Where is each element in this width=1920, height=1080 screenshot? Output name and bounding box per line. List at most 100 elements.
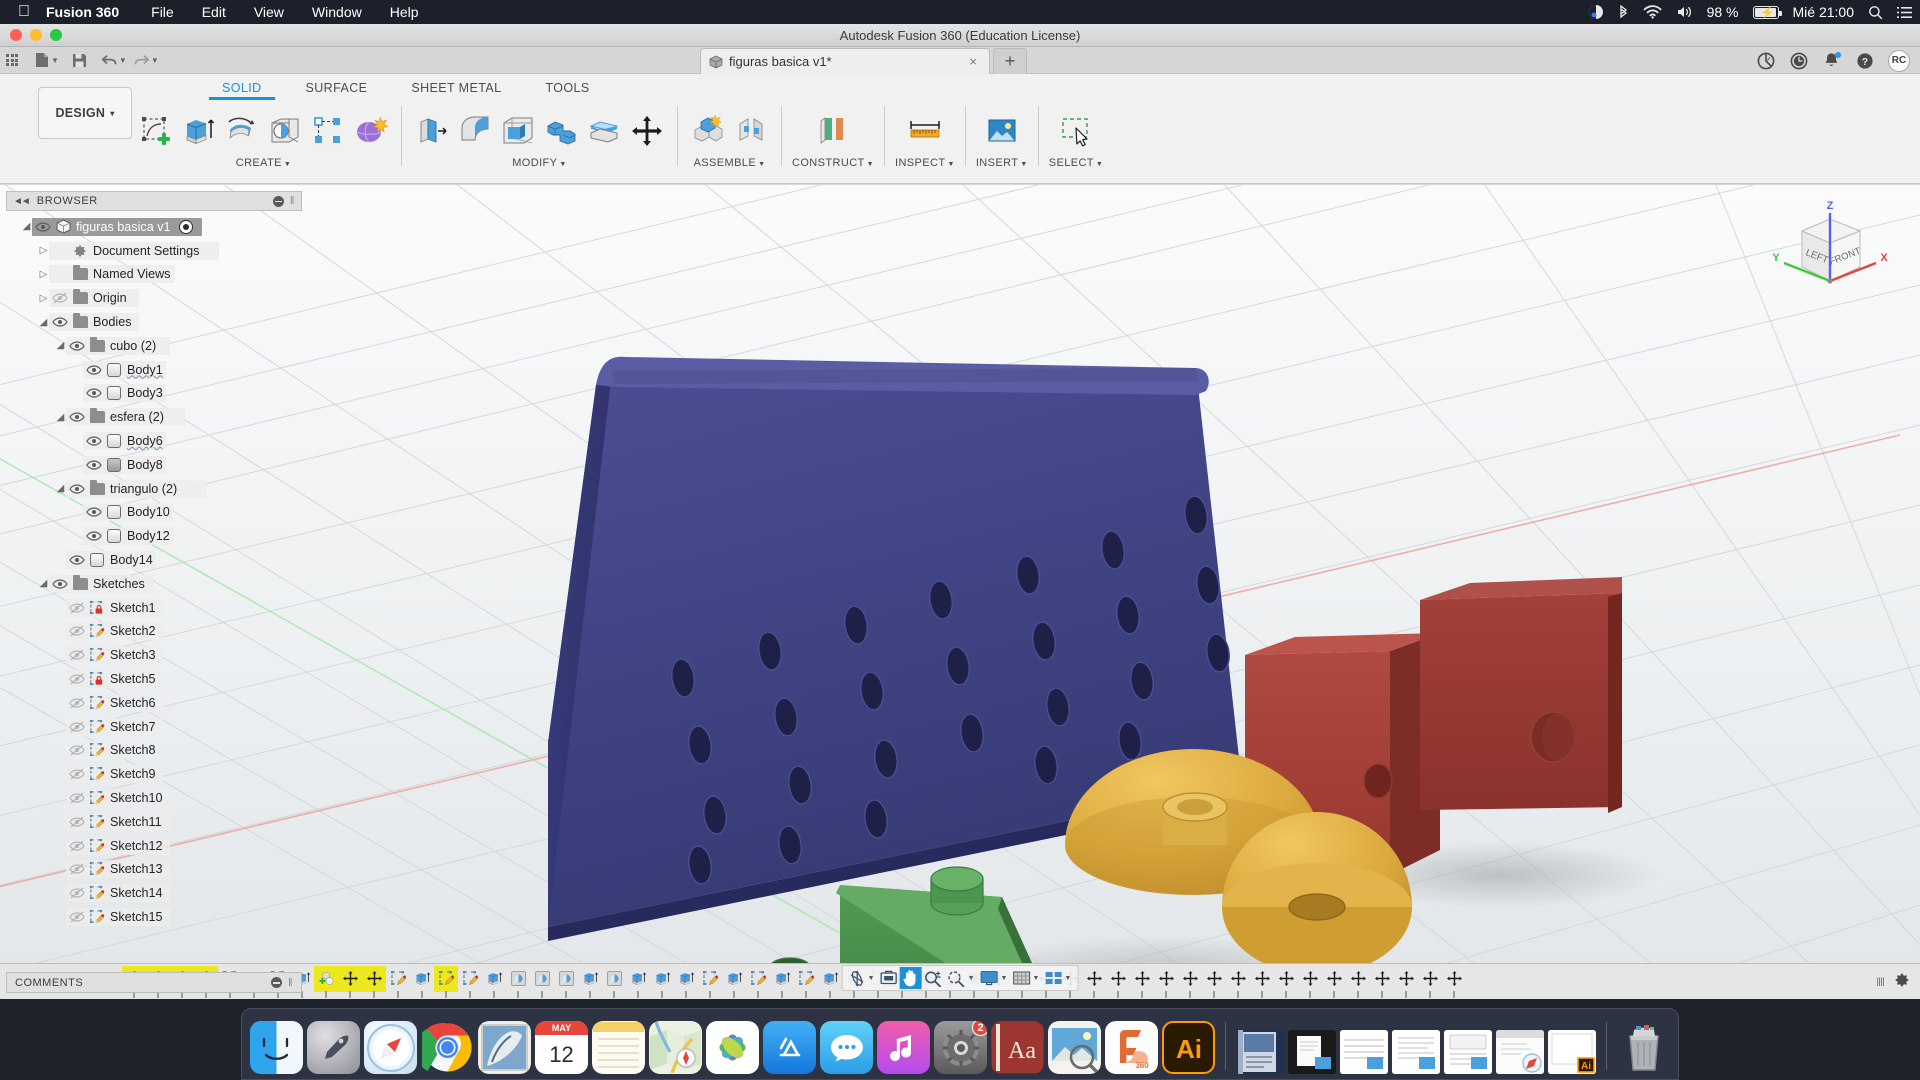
visibility-toggle-icon[interactable] — [67, 886, 87, 900]
timeline-feature[interactable] — [1418, 966, 1442, 992]
timeline-feature[interactable] — [1178, 966, 1202, 992]
timeline-feature[interactable] — [1106, 966, 1130, 992]
browser-minimize-icon[interactable] — [273, 196, 284, 207]
minimized-window-icon[interactable] — [1340, 1030, 1388, 1074]
timeline-feature[interactable] — [626, 966, 650, 992]
minimized-window-icon[interactable] — [1288, 1030, 1336, 1074]
orbit-icon[interactable] — [846, 967, 868, 989]
timeline-feature[interactable] — [1202, 966, 1226, 992]
browser-tree-item[interactable]: Body14 — [6, 548, 302, 572]
browser-tree-item[interactable]: Sketch8 — [6, 739, 302, 763]
finder-icon[interactable] — [250, 1021, 303, 1074]
launchpad-icon[interactable] — [307, 1021, 360, 1074]
expand-collapse-icon[interactable] — [54, 483, 67, 494]
extrude-icon[interactable] — [179, 109, 219, 153]
tab-surface[interactable]: SURFACE — [284, 77, 390, 100]
visibility-toggle-icon[interactable] — [67, 791, 87, 805]
visibility-toggle-icon[interactable] — [67, 696, 87, 710]
visibility-toggle-icon[interactable] — [84, 363, 104, 377]
orbit-dropdown-caret[interactable]: ▼ — [868, 975, 875, 982]
tab-sheet-metal[interactable]: SHEET METAL — [389, 77, 523, 100]
timeline-feature[interactable] — [1394, 966, 1418, 992]
browser-tree-item[interactable]: Sketch14 — [6, 881, 302, 905]
itunes-icon[interactable] — [877, 1021, 930, 1074]
job-status-icon[interactable] — [1756, 51, 1775, 70]
browser-tree-item[interactable]: Document Settings — [6, 239, 302, 263]
timeline-feature[interactable] — [770, 966, 794, 992]
safari-icon[interactable] — [364, 1021, 417, 1074]
timeline-feature[interactable] — [698, 966, 722, 992]
browser-tree-item[interactable]: Body8 — [6, 453, 302, 477]
browser-tree-item[interactable]: Body1 — [6, 358, 302, 382]
visibility-toggle-icon[interactable] — [67, 910, 87, 924]
timeline-feature[interactable] — [314, 966, 338, 992]
panel-assemble-label[interactable]: ASSEMBLE▼ — [694, 157, 766, 169]
timeline-feature[interactable] — [1250, 966, 1274, 992]
messages-icon[interactable] — [820, 1021, 873, 1074]
visibility-toggle-icon[interactable] — [67, 624, 87, 638]
wifi-icon[interactable] — [1643, 5, 1662, 19]
expand-collapse-icon[interactable] — [37, 317, 50, 328]
panel-resize-grip[interactable]: ‖ — [290, 195, 295, 207]
browser-tree-item[interactable]: triangulo (2) — [6, 477, 302, 501]
browser-tree-item[interactable]: Sketch13 — [6, 858, 302, 882]
timeline-feature[interactable] — [530, 966, 554, 992]
visibility-toggle-icon[interactable] — [50, 315, 70, 329]
browser-tree-item[interactable]: Sketches — [6, 572, 302, 596]
comments-panel[interactable]: COMMENTS ‖ — [6, 972, 302, 993]
timeline-feature[interactable] — [746, 966, 770, 992]
timeline-feature[interactable] — [1370, 966, 1394, 992]
browser-tree-item[interactable]: Sketch10 — [6, 786, 302, 810]
illustrator-icon[interactable]: Ai — [1162, 1021, 1215, 1074]
minimized-window-icon[interactable] — [1444, 1030, 1492, 1074]
minimized-window-icon[interactable] — [1392, 1030, 1440, 1074]
minimized-illustrator-window-icon[interactable]: Ai — [1548, 1030, 1596, 1074]
mail-icon[interactable] — [478, 1021, 531, 1074]
browser-tree-item[interactable]: figuras basica v1 — [6, 215, 302, 239]
visibility-toggle-icon[interactable] — [84, 458, 104, 472]
menu-edit[interactable]: Edit — [188, 4, 240, 20]
hole-icon[interactable] — [265, 109, 305, 153]
timeline-feature[interactable] — [1274, 966, 1298, 992]
visibility-toggle-icon[interactable] — [67, 410, 87, 424]
visibility-toggle-icon[interactable] — [67, 839, 87, 853]
visibility-toggle-icon[interactable] — [67, 720, 87, 734]
viewport-layout-icon[interactable] — [1042, 967, 1064, 989]
bluetooth-icon[interactable] — [1618, 5, 1629, 20]
expand-collapse-icon[interactable] — [37, 269, 50, 280]
view-cube[interactable]: LEFT FRONT Z X Y — [1764, 197, 1896, 307]
grid-snaps-dropdown-caret[interactable]: ▼ — [1032, 975, 1039, 982]
look-at-icon[interactable] — [878, 967, 900, 989]
chrome-icon[interactable] — [421, 1021, 474, 1074]
fusion360-icon[interactable]: 360 — [1105, 1021, 1158, 1074]
fit-dropdown-caret[interactable]: ▼ — [968, 975, 975, 982]
volume-icon[interactable] — [1676, 5, 1693, 19]
timeline-feature[interactable] — [362, 966, 386, 992]
display-settings-dropdown-caret[interactable]: ▼ — [1001, 975, 1008, 982]
viewport-layout-dropdown-caret[interactable]: ▼ — [1064, 975, 1071, 982]
rectangular-pattern-icon[interactable] — [308, 109, 348, 153]
display-settings-icon[interactable] — [978, 967, 1001, 989]
browser-tree-item[interactable]: Body12 — [6, 524, 302, 548]
apple-logo-icon[interactable]:  — [0, 4, 46, 20]
press-pull-icon[interactable] — [412, 109, 452, 153]
save-icon[interactable] — [68, 49, 92, 71]
timeline-feature[interactable] — [410, 966, 434, 992]
timeline-feature[interactable] — [1298, 966, 1322, 992]
preview-icon[interactable] — [1048, 1021, 1101, 1074]
timeline-feature[interactable] — [434, 966, 458, 992]
expand-collapse-icon[interactable] — [37, 245, 50, 256]
new-document-dropdown-caret[interactable]: ▼ — [51, 56, 59, 65]
timeline-feature[interactable] — [794, 966, 818, 992]
browser-tree-item[interactable]: Sketch15 — [6, 905, 302, 929]
timeline-feature[interactable] — [602, 966, 626, 992]
browser-tree-item[interactable]: Sketch12 — [6, 834, 302, 858]
timeline-settings-icon[interactable] — [1894, 972, 1910, 991]
fillet-icon[interactable] — [455, 109, 495, 153]
workspace-switcher[interactable]: DESIGN ▾ — [38, 87, 132, 139]
timeline-feature[interactable] — [1226, 966, 1250, 992]
menu-help[interactable]: Help — [376, 4, 433, 20]
browser-tree-item[interactable]: Sketch11 — [6, 810, 302, 834]
visibility-toggle-icon[interactable] — [50, 577, 70, 591]
control-center-icon[interactable] — [1588, 4, 1604, 20]
